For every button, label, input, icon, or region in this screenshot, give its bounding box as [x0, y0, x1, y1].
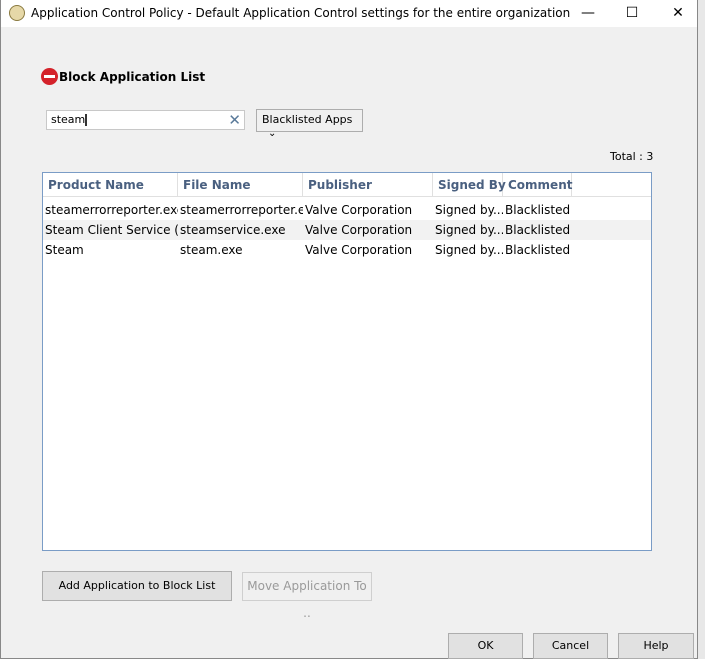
window-title: Application Control Policy - Default App… — [31, 6, 571, 20]
cell-signed-by: Signed by... — [435, 203, 503, 217]
cell-publisher: Valve Corporation — [305, 243, 413, 257]
cell-comment: Blacklisted — [505, 243, 571, 257]
cell-product-name: Steam — [45, 243, 84, 257]
maximize-button[interactable]: ☐ — [617, 2, 647, 24]
table-row[interactable]: Steam steam.exe Valve Corporation Signed… — [43, 240, 651, 260]
move-application-button[interactable]: Move Application To .. — [242, 572, 372, 620]
cell-file-name: steamservice.exe — [180, 223, 286, 237]
application-table: Product Name File Name Publisher Signed … — [42, 172, 652, 551]
table-header: Product Name File Name Publisher Signed … — [43, 173, 651, 197]
table-row[interactable]: steamerrorreporter.exe... steamerrorrepo… — [43, 200, 651, 220]
cell-file-name: steamerrorreporter.e... — [180, 203, 303, 217]
column-product-name[interactable]: Product Name — [43, 173, 178, 196]
add-to-block-list-button[interactable]: Add Application to Block List — [42, 571, 232, 601]
filter-dropdown[interactable]: Blacklisted Apps ⌄ — [256, 109, 363, 139]
cell-signed-by: Signed by... — [435, 223, 503, 237]
column-signed-by[interactable]: Signed By — [433, 173, 506, 196]
filter-selected: Blacklisted Apps — [262, 113, 353, 126]
column-file-name[interactable]: File Name — [178, 173, 303, 196]
search-value: steam — [51, 113, 86, 126]
heading-label: Block Application List — [59, 69, 206, 84]
chevron-down-icon: ⌄ — [268, 128, 277, 139]
close-button[interactable]: ✕ — [663, 2, 693, 24]
cell-signed-by: Signed by... — [435, 243, 503, 257]
cell-product-name: Steam Client Service (b... — [45, 223, 178, 237]
cell-comment: Blacklisted — [505, 203, 571, 217]
cell-publisher: Valve Corporation — [305, 203, 413, 217]
ok-button[interactable]: OK — [448, 633, 523, 659]
section-heading: Block Application List — [41, 68, 205, 85]
cancel-button[interactable]: Cancel — [533, 633, 608, 659]
block-icon — [41, 68, 58, 85]
cell-file-name: steam.exe — [180, 243, 243, 257]
cell-product-name: steamerrorreporter.exe... — [45, 203, 178, 217]
help-button[interactable]: Help — [618, 633, 694, 659]
column-publisher[interactable]: Publisher — [303, 173, 433, 196]
clear-search-icon[interactable]: ✕ — [228, 111, 241, 129]
search-input[interactable]: steam ✕ — [46, 110, 245, 130]
dialog-window: Application Control Policy - Default App… — [0, 0, 698, 659]
cell-publisher: Valve Corporation — [305, 223, 413, 237]
column-comment[interactable]: Comment — [503, 173, 572, 196]
total-count: Total : 3 — [610, 150, 654, 163]
table-row[interactable]: Steam Client Service (b... steamservice.… — [43, 220, 651, 240]
cell-comment: Blacklisted — [505, 223, 571, 237]
minimize-button[interactable]: — — [573, 2, 603, 24]
title-bar: Application Control Policy - Default App… — [1, 0, 697, 27]
app-lock-icon — [9, 5, 25, 21]
